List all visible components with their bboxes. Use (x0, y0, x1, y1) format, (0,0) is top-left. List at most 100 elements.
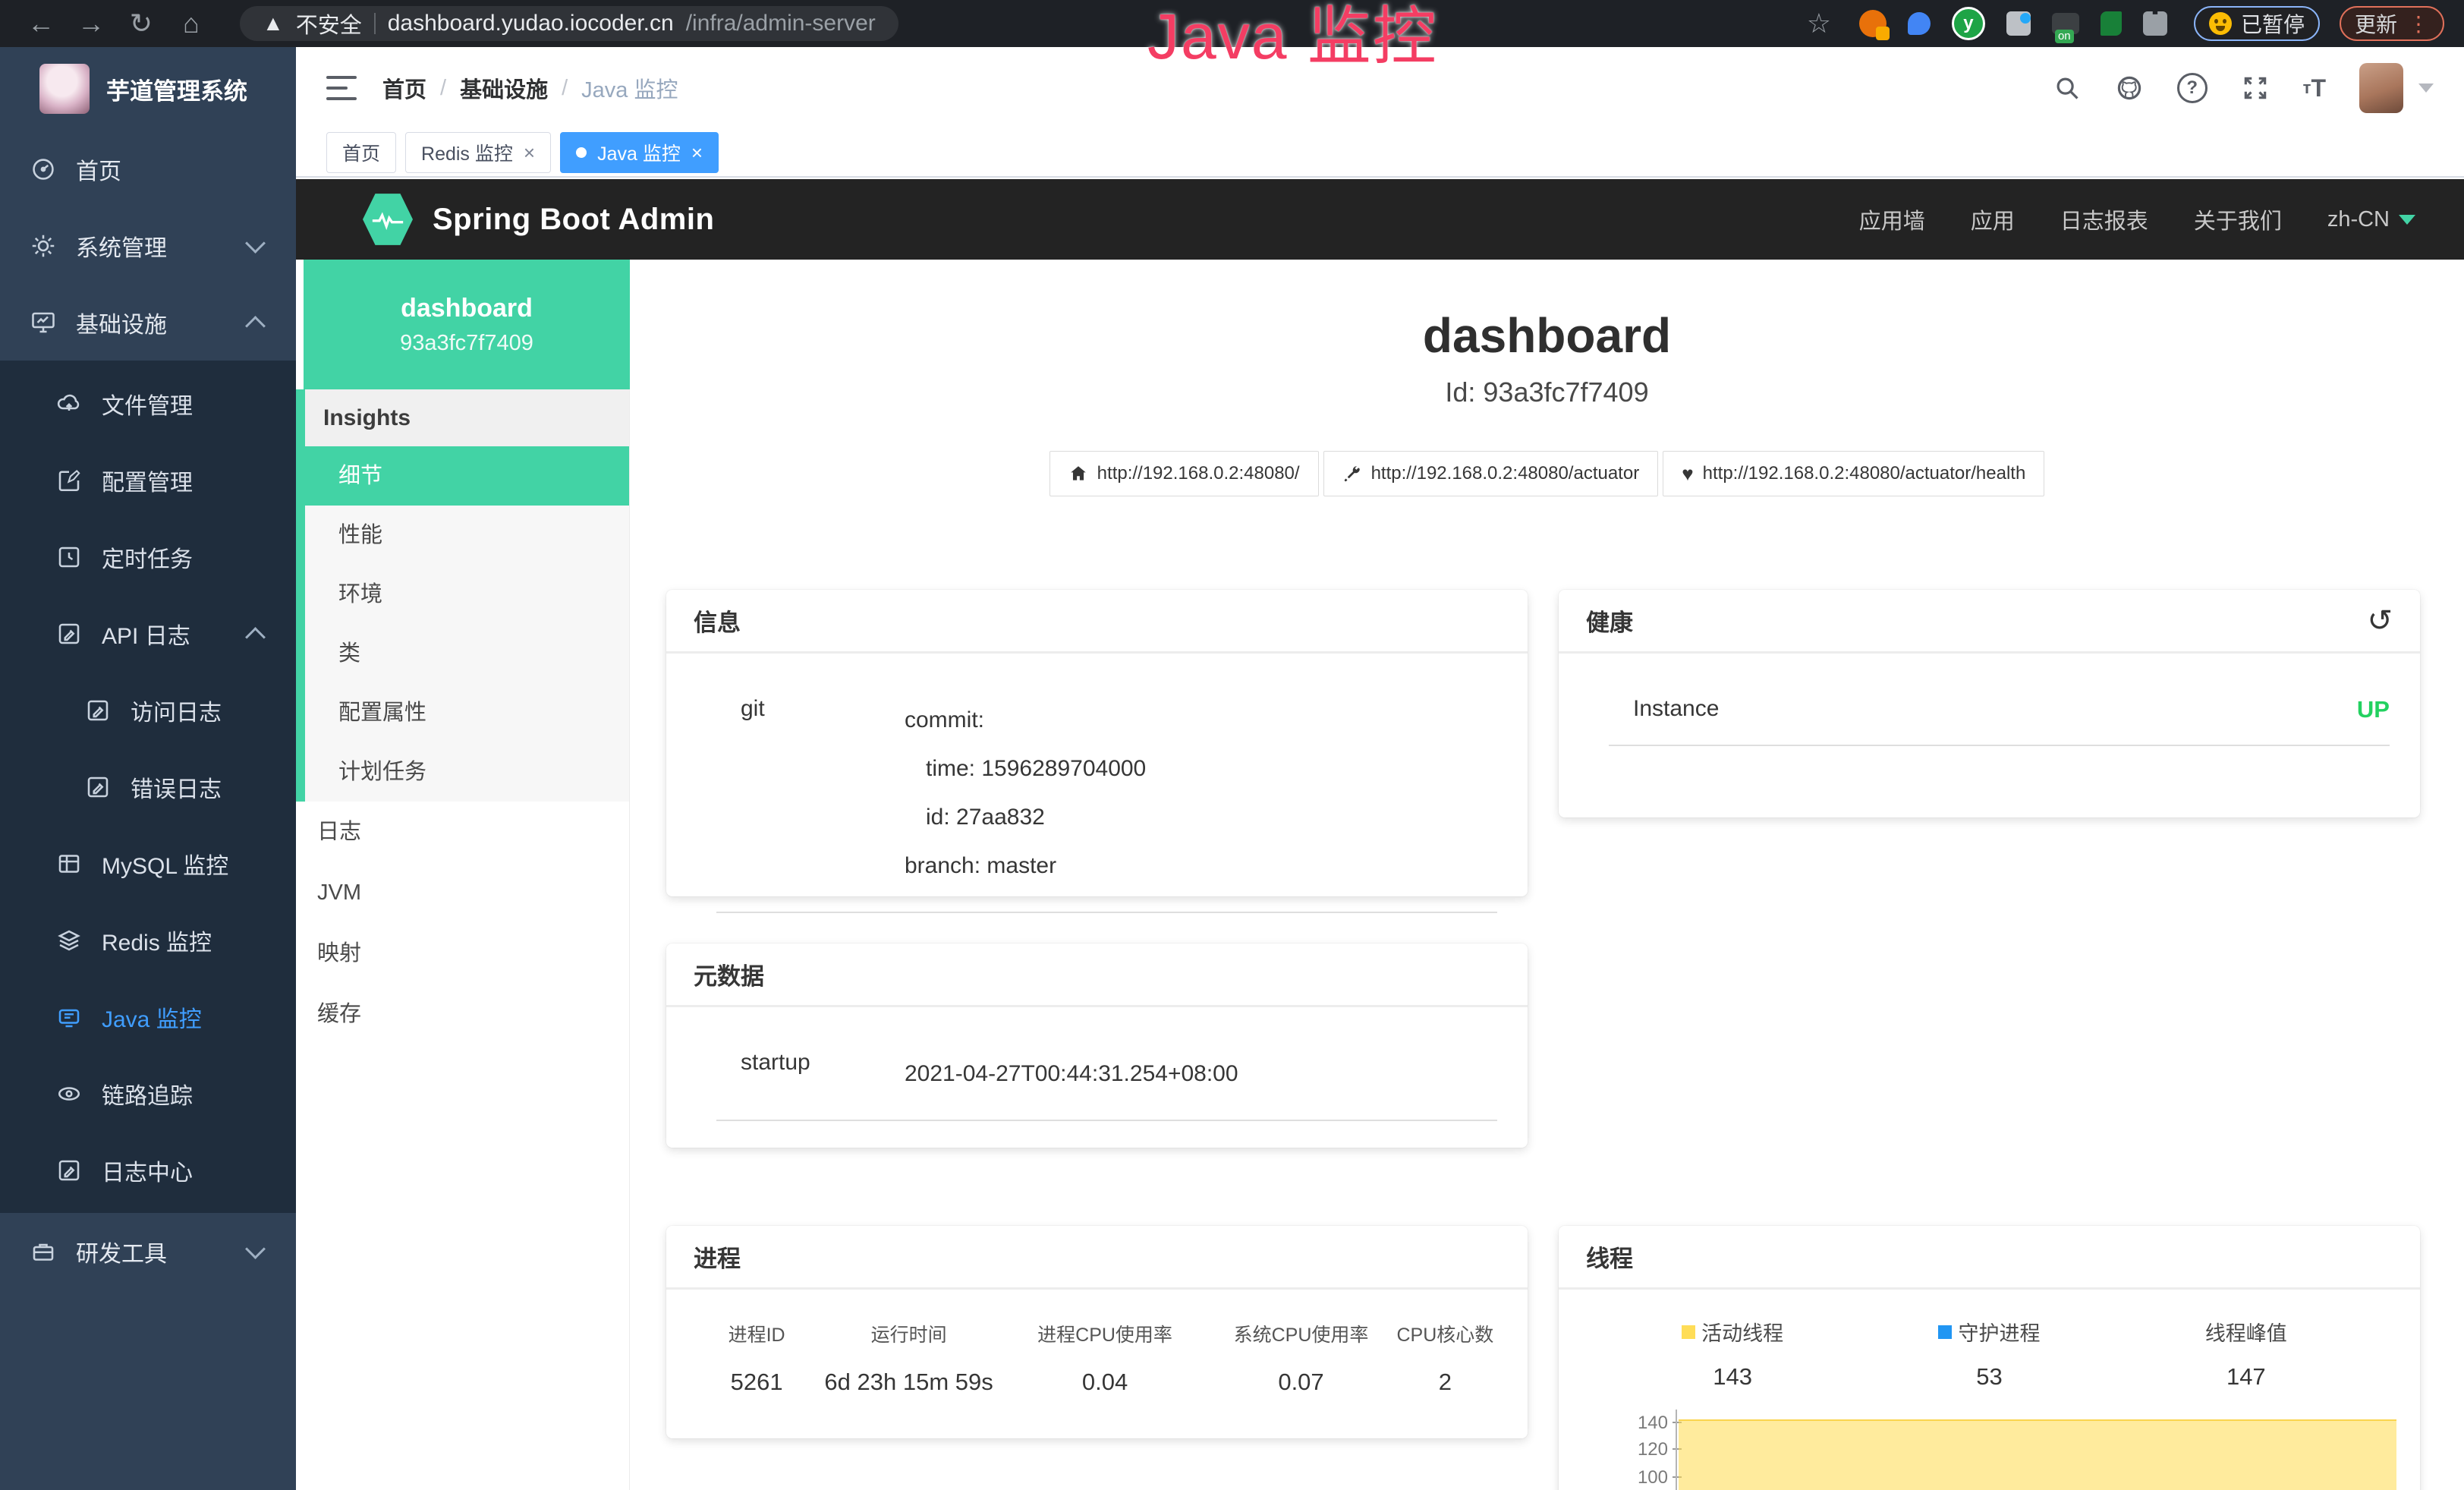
sba-language-select[interactable]: zh-CN (2327, 207, 2415, 232)
sidebar-item-label: Redis 监控 (102, 924, 212, 957)
tab-redis-monitor[interactable]: Redis 监控 × (405, 132, 551, 173)
edit-square-icon (55, 466, 83, 495)
sidebar-item-label: 错误日志 (131, 770, 222, 804)
breadcrumb: 首页 / 基础设施 / Java 监控 (382, 72, 678, 104)
sidebar-item-api-logs[interactable]: API 日志 (0, 595, 296, 672)
sba-nav-wallboard[interactable]: 应用墙 (1859, 203, 1925, 235)
briefcase-icon (29, 1237, 58, 1266)
browser-home-icon[interactable]: ⌂ (170, 8, 212, 39)
health-url-button[interactable]: ♥ http://192.168.0.2:48080/actuator/heal… (1663, 451, 2044, 496)
menu-item-logs[interactable]: 日志 (296, 802, 629, 862)
extension-grid-icon[interactable] (2006, 11, 2031, 36)
monitor-icon (29, 308, 58, 337)
search-icon[interactable] (2053, 74, 2082, 102)
profile-paused-chip[interactable]: 已暂停 (2194, 6, 2320, 41)
sba-nav-about[interactable]: 关于我们 (2194, 203, 2282, 235)
github-icon[interactable] (2115, 74, 2144, 102)
actuator-url: http://192.168.0.2:48080/actuator (1371, 463, 1640, 484)
url-divider (374, 13, 376, 34)
avatar[interactable] (2359, 63, 2403, 113)
sidebar-submenu-infra: 文件管理 配置管理 定时任务 API 日志 (0, 361, 296, 1213)
service-url-button[interactable]: http://192.168.0.2:48080/ (1049, 451, 1319, 496)
wrench-icon (1342, 464, 1362, 484)
menu-item-environment[interactable]: 环境 (305, 565, 629, 624)
menu-item-classes[interactable]: 类 (305, 624, 629, 683)
metadata-key: startup (716, 1050, 905, 1098)
git-branch-line: branch: master (905, 842, 1497, 890)
sidebar-item-log-center[interactable]: 日志中心 (0, 1132, 296, 1208)
sba-nav-applications[interactable]: 应用 (1971, 203, 2015, 235)
app-logo-row[interactable]: 芋道管理系统 (0, 47, 296, 131)
update-label: 更新 (2355, 8, 2397, 39)
card-title: 进程 (694, 1240, 741, 1274)
sidebar-item-label: 系统管理 (76, 229, 167, 263)
sidebar-item-system[interactable]: 系统管理 (0, 207, 296, 284)
sidebar-item-java-monitor[interactable]: Java 监控 (0, 978, 296, 1055)
close-icon[interactable]: × (691, 141, 703, 165)
col-header-pid: 进程ID (697, 1320, 817, 1347)
help-icon[interactable]: ? (2177, 73, 2208, 103)
browser-menu-dots-icon[interactable]: ⋮ (2408, 11, 2429, 36)
tab-java-monitor[interactable]: Java 监控 × (560, 132, 719, 173)
health-instance-row: Instance UP (1609, 696, 2390, 746)
instance-name: dashboard (401, 294, 533, 323)
sba-nav-journal[interactable]: 日志报表 (2060, 203, 2148, 235)
bookmark-star-icon[interactable]: ☆ (1807, 8, 1831, 39)
menu-item-config-props[interactable]: 配置属性 (305, 683, 629, 742)
sidebar-item-access-logs[interactable]: 访问日志 (0, 672, 296, 748)
menu-item-caches[interactable]: 缓存 (296, 984, 629, 1044)
sba-content: dashboard Id: 93a3fc7f7409 http://192.16… (630, 260, 2464, 1490)
browser-back-icon[interactable]: ← (20, 8, 62, 39)
actuator-url-button[interactable]: http://192.168.0.2:48080/actuator (1323, 451, 1659, 496)
extension-colorzilla-icon[interactable] (1859, 10, 1887, 37)
sidebar-item-home[interactable]: 首页 (0, 131, 296, 207)
sba-title: Spring Boot Admin (433, 203, 714, 237)
sidebar-item-infra[interactable]: 基础设施 (0, 284, 296, 361)
fullscreen-icon[interactable] (2241, 74, 2270, 102)
chevron-down-icon (2399, 215, 2415, 225)
sidebar-item-file-mgmt[interactable]: 文件管理 (0, 365, 296, 442)
sidebar-item-config-mgmt[interactable]: 配置管理 (0, 442, 296, 518)
font-size-icon[interactable]: тT (2303, 74, 2326, 102)
sidebar-item-label: 定时任务 (102, 540, 193, 574)
chrome-update-button[interactable]: 更新 ⋮ (2340, 6, 2444, 41)
close-icon[interactable]: × (524, 141, 535, 165)
breadcrumb-home[interactable]: 首页 (382, 72, 426, 104)
card-title: 信息 (694, 603, 741, 638)
sidebar-item-redis-monitor[interactable]: Redis 监控 (0, 902, 296, 978)
process-table-headers: 进程ID 运行时间 进程CPU使用率 系统CPU使用率 CPU核心数 (697, 1320, 1497, 1347)
health-url: http://192.168.0.2:48080/actuator/health (1703, 463, 2026, 484)
info-key: git (716, 696, 905, 890)
gear-icon (29, 232, 58, 260)
sidebar-item-scheduled-jobs[interactable]: 定时任务 (0, 518, 296, 595)
history-icon[interactable]: ↺ (2367, 606, 2393, 636)
extension-y-icon[interactable]: y (1952, 7, 1985, 40)
sidebar-collapse-icon[interactable] (326, 76, 357, 100)
home-icon (1068, 464, 1088, 484)
extensions-puzzle-icon[interactable] (2143, 11, 2167, 36)
menu-item-jvm[interactable]: JVM (296, 862, 629, 923)
user-menu-caret-icon[interactable] (2418, 83, 2434, 93)
extension-leaf-icon[interactable] (2101, 11, 2122, 36)
browser-forward-icon[interactable]: → (70, 8, 112, 39)
spring-boot-admin-logo-icon[interactable] (363, 192, 413, 247)
menu-item-metrics[interactable]: 性能 (305, 506, 629, 565)
sidebar-item-mysql-monitor[interactable]: MySQL 监控 (0, 825, 296, 902)
browser-reload-icon[interactable]: ↻ (120, 8, 162, 39)
eye-icon (55, 1079, 83, 1108)
menu-item-mappings[interactable]: 映射 (296, 923, 629, 984)
health-card-header: 健康 ↺ (1559, 590, 2420, 654)
tab-home[interactable]: 首页 (326, 132, 396, 173)
menu-item-details[interactable]: 细节 (305, 446, 629, 506)
info-git-row: git commit: time: 1596289704000 id: 27aa… (716, 696, 1497, 913)
extension-onetab-icon[interactable]: on (2052, 13, 2079, 34)
instance-header[interactable]: dashboard 93a3fc7f7409 (304, 260, 630, 389)
sidebar-item-tracing[interactable]: 链路追踪 (0, 1055, 296, 1132)
git-commit-line: commit: (905, 696, 1497, 745)
menu-item-scheduled-tasks[interactable]: 计划任务 (305, 742, 629, 802)
extension-eyedropper-icon[interactable] (1908, 12, 1931, 35)
address-bar[interactable]: ▲️ 不安全 dashboard.yudao.iocoder.cn /infra… (240, 6, 898, 41)
breadcrumb-infra[interactable]: 基础设施 (460, 72, 548, 104)
sidebar-item-dev-tools[interactable]: 研发工具 (0, 1213, 296, 1290)
sidebar-item-error-logs[interactable]: 错误日志 (0, 748, 296, 825)
